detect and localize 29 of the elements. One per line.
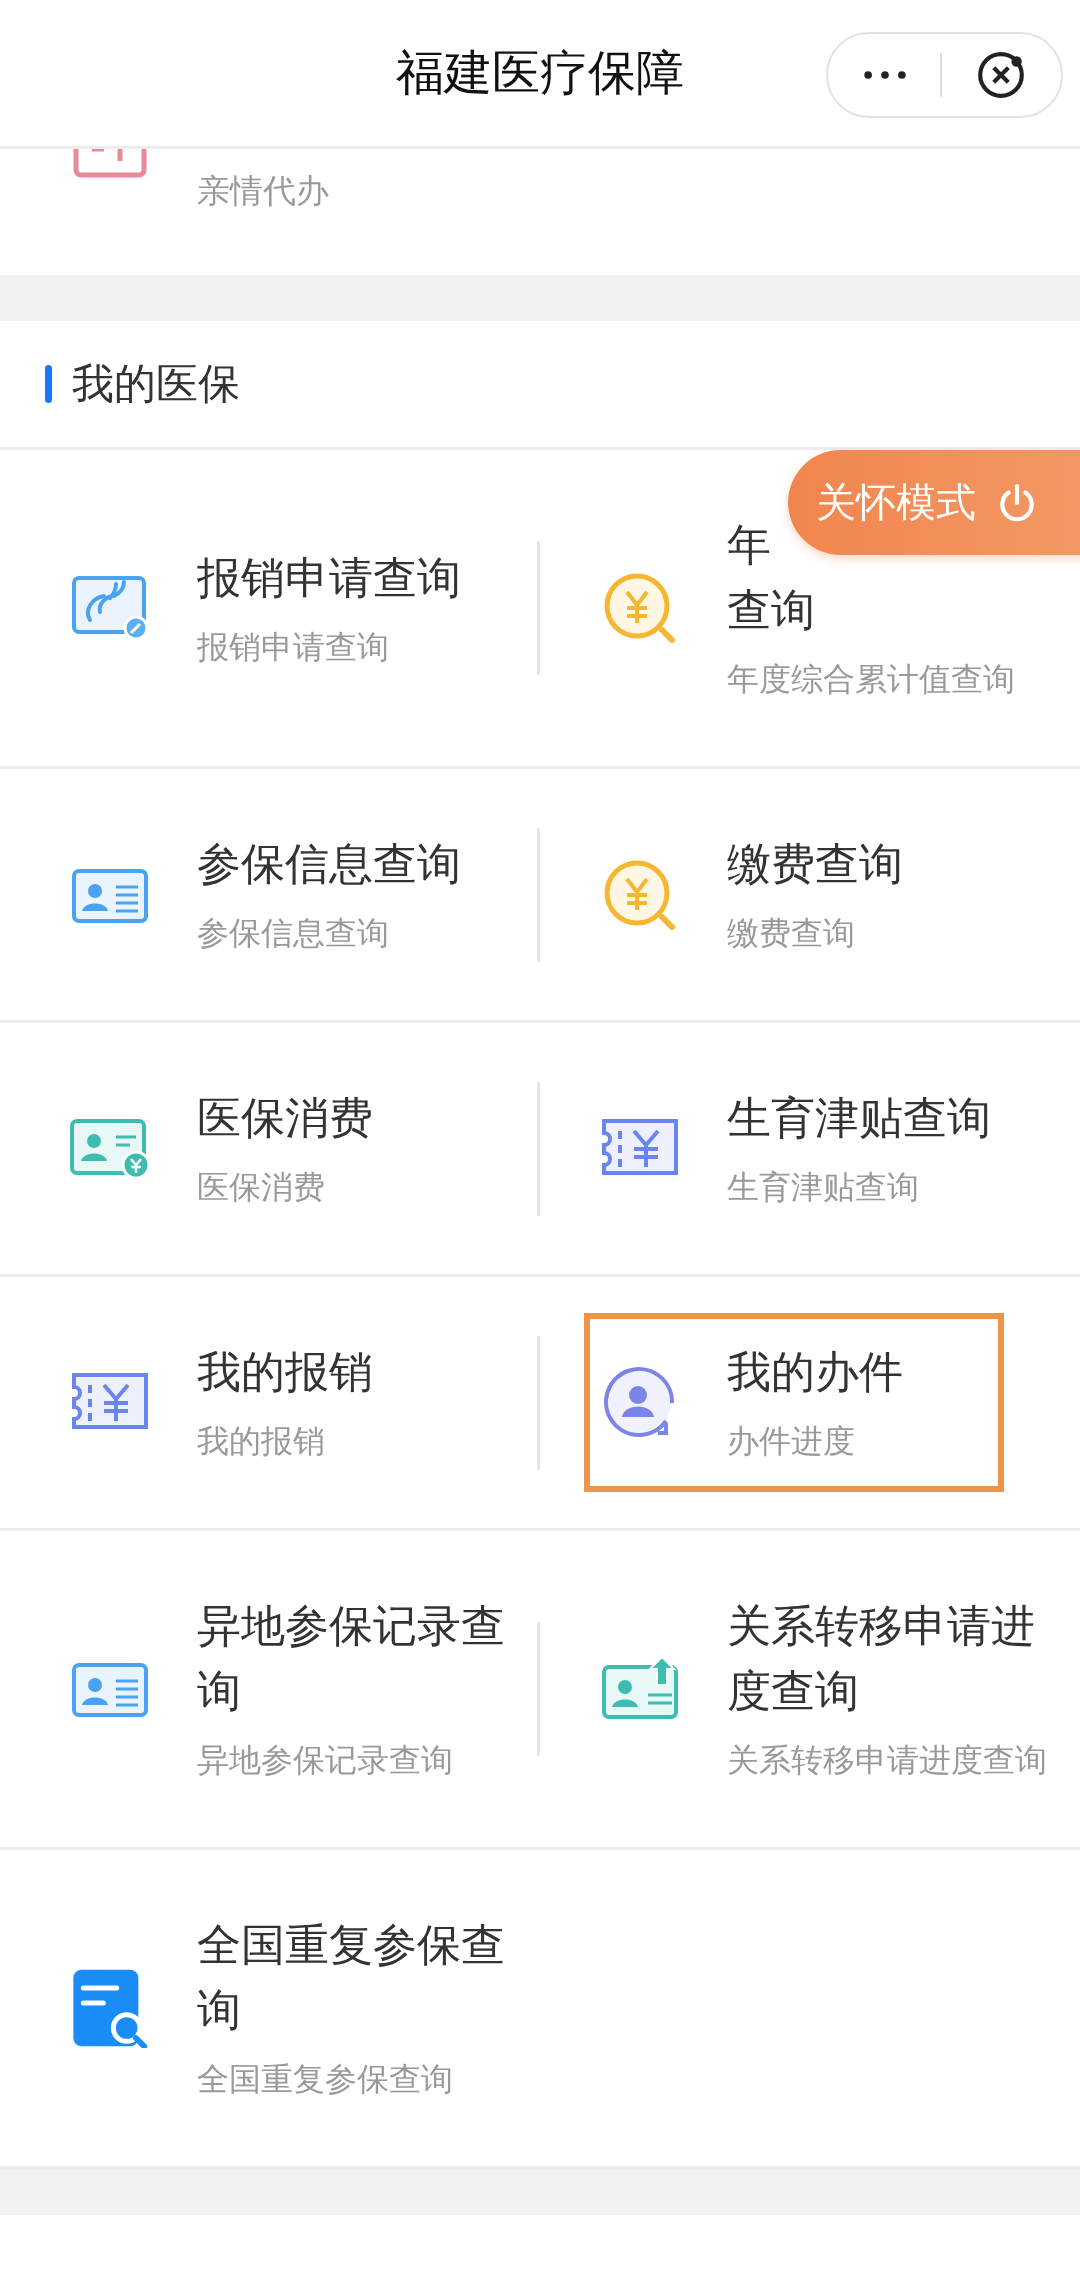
item-subtitle: 全国重复参保查询 [197,2059,454,2100]
item-title[interactable]: 查询 [727,577,815,642]
item-subtitle: 我的报销 [197,1421,326,1462]
item-title[interactable]: 我的报销 [197,1339,373,1404]
item-subtitle: 报销申请查询 [197,626,390,668]
item-subtitle: 参保信息查询 [197,913,390,954]
item-title[interactable]: 我的办件 [727,1339,903,1404]
item-title[interactable]: 关系转移申请进度查询 [727,1593,1057,1723]
page-title: 福建医疗保障 [396,43,684,102]
item-title[interactable]: 年 [727,512,771,577]
section-title: 我的医保 [72,358,240,410]
item-title[interactable]: 参保信息查询 [197,831,461,896]
item-subtitle: 医保消费 [197,1167,326,1208]
item-subtitle: 生育津贴查询 [727,1167,920,1208]
item-title[interactable]: 缴费查询 [727,831,903,896]
item-subtitle: 异地参保记录查询 [197,1740,454,1781]
document-search-icon [70,1968,150,2048]
item-title[interactable]: 生育津贴查询 [727,1085,991,1150]
accent-bar [45,365,52,403]
item-subtitle: 办件进度 [727,1421,856,1462]
item-title[interactable]: 异地参保记录查询 [197,1593,527,1723]
item-subtitle: 缴费查询 [727,913,856,954]
item-subtitle: 亲情代办 [197,170,329,212]
more-icon[interactable] [862,70,909,80]
item-title[interactable]: 医保消费 [197,1085,373,1150]
item-title[interactable]: 报销申请查询 [197,544,461,610]
item-title[interactable]: 全国重复参保查询 [197,1912,527,2042]
item-subtitle: 关系转移申请进度查询 [727,1740,1048,1781]
item-subtitle: 年度综合累计值查询 [727,659,1016,700]
